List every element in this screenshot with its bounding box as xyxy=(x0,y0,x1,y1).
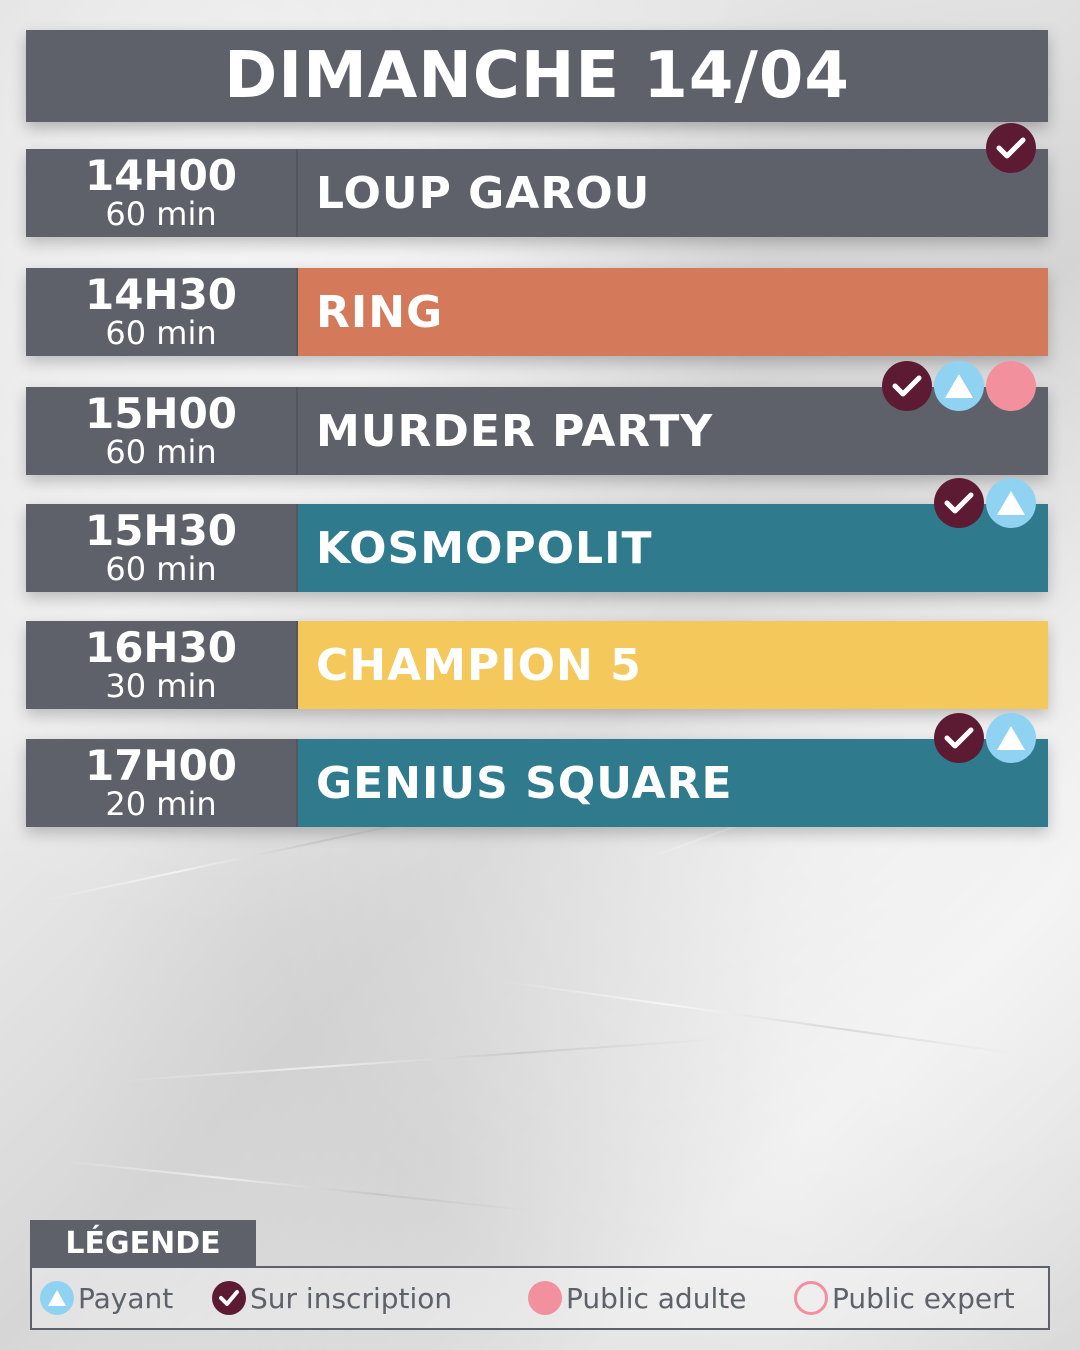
schedule-row: 14H30 60 min RING xyxy=(26,268,1048,356)
triangle-icon xyxy=(934,361,984,411)
check-icon xyxy=(882,361,932,411)
badge-group xyxy=(882,361,1036,411)
adult-dot-icon xyxy=(986,361,1036,411)
activity-cell: CHAMPION 5 xyxy=(298,621,1048,709)
time-cell: 17H00 20 min xyxy=(26,739,298,827)
page-title: DIMANCHE 14/04 xyxy=(224,39,850,113)
time-cell: 14H30 60 min xyxy=(26,268,298,356)
adult-dot-icon xyxy=(528,1281,562,1315)
legend-text: Public adulte xyxy=(566,1281,747,1315)
check-icon xyxy=(934,713,984,763)
activity-title: MURDER PARTY xyxy=(316,405,714,457)
legend-label: LÉGENDE xyxy=(65,1225,221,1261)
legend-text: Public expert xyxy=(832,1281,1015,1315)
schedule-row: 16H30 30 min CHAMPION 5 xyxy=(26,621,1048,709)
schedule-row: 14H00 60 min LOUP GAROU xyxy=(26,123,1048,237)
activity-title: GENIUS SQUARE xyxy=(316,757,733,809)
badge-group xyxy=(934,713,1036,763)
triangle-icon xyxy=(986,713,1036,763)
legend-text: Sur inscription xyxy=(250,1281,453,1315)
start-time: 15H00 xyxy=(84,389,238,438)
activity-cell: LOUP GAROU xyxy=(298,123,1048,237)
triangle-icon xyxy=(40,1281,74,1315)
activity-title: CHAMPION 5 xyxy=(316,639,642,691)
duration: 20 min xyxy=(105,785,217,823)
badge-group xyxy=(934,478,1036,528)
time-cell: 16H30 30 min xyxy=(26,621,298,709)
legend-item-payant: Payant xyxy=(40,1268,173,1328)
day-header: DIMANCHE 14/04 xyxy=(26,30,1048,122)
legend-text: Payant xyxy=(78,1281,174,1315)
start-time: 17H00 xyxy=(84,741,238,790)
activity-cell: RING xyxy=(298,268,1048,356)
start-time: 16H30 xyxy=(84,623,238,672)
duration: 60 min xyxy=(105,433,217,471)
paper-crease xyxy=(119,1038,719,1082)
duration: 60 min xyxy=(105,195,217,233)
check-icon xyxy=(986,123,1036,173)
legend-item-adulte: Public adulte xyxy=(528,1268,746,1328)
schedule-row: 15H30 60 min KOSMOPOLIT xyxy=(26,478,1048,592)
legend: Payant Sur inscription Public adulte Pub… xyxy=(30,1266,1050,1330)
start-time: 14H00 xyxy=(84,151,238,200)
time-cell: 15H30 60 min xyxy=(26,504,298,592)
start-time: 15H30 xyxy=(84,506,238,555)
time-cell: 14H00 60 min xyxy=(26,149,298,237)
legend-item-expert: Public expert xyxy=(794,1268,1015,1328)
expert-ring-icon xyxy=(794,1281,828,1315)
duration: 60 min xyxy=(105,550,217,588)
legend-item-inscription: Sur inscription xyxy=(212,1268,452,1328)
time-cell: 15H00 60 min xyxy=(26,387,298,475)
triangle-icon xyxy=(986,478,1036,528)
legend-label-box: LÉGENDE xyxy=(30,1220,256,1266)
paper-crease xyxy=(59,1160,538,1213)
duration: 30 min xyxy=(105,667,217,705)
activity-cell: GENIUS SQUARE xyxy=(298,713,1048,827)
activity-cell: KOSMOPOLIT xyxy=(298,478,1048,592)
activity-cell: MURDER PARTY xyxy=(298,361,1048,475)
paper-crease xyxy=(499,980,1016,1055)
activity-title: KOSMOPOLIT xyxy=(316,522,653,574)
check-icon xyxy=(212,1281,246,1315)
duration: 60 min xyxy=(105,314,217,352)
activity-title: LOUP GAROU xyxy=(316,167,651,219)
check-icon xyxy=(934,478,984,528)
schedule-row: 15H00 60 min MURDER PARTY xyxy=(26,361,1048,475)
activity-title: RING xyxy=(316,286,444,338)
start-time: 14H30 xyxy=(84,270,238,319)
schedule-row: 17H00 20 min GENIUS SQUARE xyxy=(26,713,1048,827)
badge-group xyxy=(986,123,1036,173)
